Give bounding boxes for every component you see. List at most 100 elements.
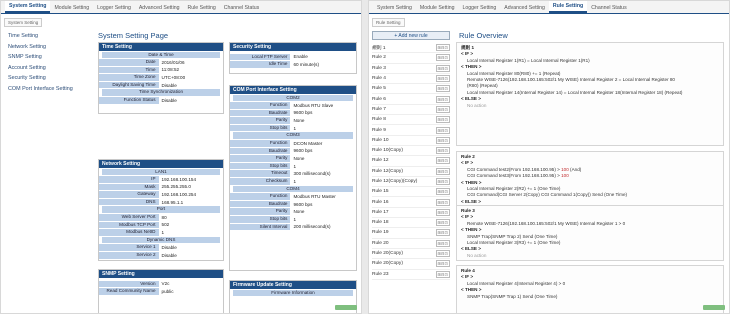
rule-name: Rule 10(Copy) bbox=[372, 148, 403, 154]
setting-label: Read Community Name bbox=[99, 288, 159, 295]
setting-row: Parity None bbox=[230, 155, 356, 163]
setting-value: 1 bbox=[293, 178, 297, 184]
rule-list-item[interactable]: Rule 8 ⊞⊟⊡ bbox=[372, 115, 450, 126]
section-header: Security Setting bbox=[230, 43, 356, 51]
rule-list-item[interactable]: Rule 2 ⊞⊟⊡ bbox=[372, 53, 450, 64]
rule-list-item[interactable]: Rule 4 ⊞⊟⊡ bbox=[372, 74, 450, 85]
tab-channel-status[interactable]: Channel Status bbox=[220, 3, 263, 13]
rule-action-icons[interactable]: ⊞⊟⊡ bbox=[435, 147, 450, 155]
setting-row: IP 192.168.100.154 bbox=[99, 176, 223, 184]
rule-line: No action bbox=[467, 102, 487, 108]
rule-action-icons[interactable]: ⊞⊟⊡ bbox=[435, 85, 450, 93]
rule-list-item[interactable]: 規則 1 ⊞⊟⊡ bbox=[372, 43, 450, 54]
rule-list-item[interactable]: Rule 23 ⊞⊟⊡ bbox=[372, 270, 450, 280]
setting-row: Parity None bbox=[230, 208, 356, 216]
rule-action-icons[interactable]: ⊞⊟⊡ bbox=[435, 208, 450, 216]
rule-list-item[interactable]: Rule 15 ⊞⊟⊡ bbox=[372, 187, 450, 198]
setting-row: Baudrate 9600 bps bbox=[230, 109, 356, 117]
rule-action-icons[interactable]: ⊞⊟⊡ bbox=[435, 157, 450, 165]
sidebar-item-network-setting[interactable]: Network Setting bbox=[4, 42, 89, 53]
rule-list-item[interactable]: Rule 10 ⊞⊟⊡ bbox=[372, 136, 450, 146]
section-header: SNMP Setting bbox=[99, 270, 223, 278]
setting-row: Mask 255.255.255.0 bbox=[99, 183, 223, 191]
setting-label: Idle Time bbox=[230, 61, 291, 68]
rule-list-item[interactable]: Rule 12(Copy) ⊞⊟⊡ bbox=[372, 167, 450, 177]
rule-block: Rule 2 < IF > CGI Command test2(From 192.1… bbox=[456, 151, 724, 211]
rule-list-item[interactable]: Rule 7 ⊞⊟⊡ bbox=[372, 105, 450, 116]
rule-action-icons[interactable]: ⊞⊟⊡ bbox=[435, 198, 450, 206]
rule-list-item[interactable]: Rule 20(Copy) ⊞⊟⊡ bbox=[372, 259, 450, 270]
tab-module-setting[interactable]: Module Setting bbox=[416, 3, 459, 13]
setting-label: Mask bbox=[99, 183, 159, 191]
rule-list-item[interactable]: Rule 16 ⊞⊟⊡ bbox=[372, 197, 450, 208]
rule-list-item[interactable]: Rule 19 ⊞⊟⊡ bbox=[372, 228, 450, 239]
tab-rule-setting[interactable]: Rule Setting bbox=[548, 1, 588, 13]
rule-action-icons[interactable]: ⊞⊟⊡ bbox=[435, 219, 450, 227]
tab-channel-status[interactable]: Channel Status bbox=[587, 3, 630, 13]
tab-logger-setting[interactable]: Logger Setting bbox=[93, 3, 135, 13]
rule-action-icons[interactable]: ⊞⊟⊡ bbox=[435, 136, 450, 144]
sidebar-item-snmp-setting[interactable]: SNMP Setting bbox=[4, 52, 89, 63]
rule-list-item[interactable]: Rule 9 ⊞⊟⊡ bbox=[372, 125, 450, 136]
rule-name: Rule 4 bbox=[372, 76, 386, 82]
sidebar-item-security-setting[interactable]: Security Setting bbox=[4, 73, 89, 84]
rule-list-item[interactable]: Rule 18 ⊞⊟⊡ bbox=[372, 218, 450, 229]
tab-advanced-setting[interactable]: Advanced Setting bbox=[135, 3, 184, 13]
rule-name: Rule 15 bbox=[372, 189, 389, 195]
sidebar-item-com-port-interface-setting[interactable]: COM Port Interface Setting bbox=[4, 84, 89, 95]
setting-label: Date bbox=[99, 59, 159, 66]
setting-value: V2c bbox=[161, 281, 170, 287]
rule-action-icons[interactable]: ⊞⊟⊡ bbox=[435, 260, 450, 268]
sidebar-item-time-setting[interactable]: Time Setting bbox=[4, 31, 89, 42]
tab-bar: System Setting Module Setting Logger Setti… bbox=[369, 1, 729, 14]
rule-action-icons[interactable]: ⊞⊟⊡ bbox=[435, 54, 450, 62]
setting-value: None bbox=[293, 118, 305, 124]
rule-list-item[interactable]: Rule 5 ⊞⊟⊡ bbox=[372, 84, 450, 95]
tab-logger-setting[interactable]: Logger Setting bbox=[459, 3, 501, 13]
rule-action-icons[interactable]: ⊞⊟⊡ bbox=[435, 126, 450, 134]
setting-label: Baudrate bbox=[230, 109, 291, 117]
rule-list-item[interactable]: Rule 3 ⊞⊟⊡ bbox=[372, 64, 450, 74]
rule-action-icons[interactable]: ⊞⊟⊡ bbox=[435, 44, 450, 52]
rule-list-item[interactable]: Rule 10(Copy) ⊞⊟⊡ bbox=[372, 146, 450, 157]
rule-action-icons[interactable]: ⊞⊟⊡ bbox=[435, 178, 450, 185]
rule-action-icons[interactable]: ⊞⊟⊡ bbox=[435, 105, 450, 113]
rule-name: Rule 16 bbox=[372, 199, 389, 205]
threshold-value: 100 bbox=[561, 173, 569, 179]
rule-line: No action bbox=[467, 252, 487, 258]
setting-label: Baudrate bbox=[230, 147, 291, 155]
tab-system-setting[interactable]: System Setting bbox=[5, 1, 51, 13]
rule-action-icons[interactable]: ⊞⊟⊡ bbox=[435, 75, 450, 83]
rule-action-icons[interactable]: ⊞⊟⊡ bbox=[435, 270, 450, 278]
rule-name: Rule 18 bbox=[372, 220, 389, 226]
rule-action-icons[interactable]: ⊞⊟⊡ bbox=[435, 188, 450, 196]
rule-list-item[interactable]: Rule 17 ⊞⊟⊡ bbox=[372, 208, 450, 219]
rule-list-item[interactable]: Rule 20(Copy) ⊞⊟⊡ bbox=[372, 249, 450, 260]
setting-label: Stop bits bbox=[230, 216, 291, 223]
sidebar-item-account-setting[interactable]: Account Setting bbox=[4, 63, 89, 74]
tab-module-setting[interactable]: Module Setting bbox=[50, 3, 93, 13]
rule-action-icons[interactable]: ⊞⊟⊡ bbox=[435, 167, 450, 175]
security-setting-section: Security Setting Local FTP Server Enable I… bbox=[229, 42, 357, 74]
rule-action-icons[interactable]: ⊞⊟⊡ bbox=[435, 64, 450, 72]
setting-label: Function bbox=[230, 193, 291, 200]
rule-list-item[interactable]: Rule 6 ⊞⊟⊡ bbox=[372, 94, 450, 105]
rule-action-icons[interactable]: ⊞⊟⊡ bbox=[435, 229, 450, 237]
rule-action-icons[interactable]: ⊞⊟⊡ bbox=[435, 239, 450, 247]
rule-action-icons[interactable]: ⊞⊟⊡ bbox=[435, 116, 450, 124]
setting-label: Service 2 bbox=[99, 252, 159, 259]
add-rule-button[interactable]: + Add new rule bbox=[372, 31, 450, 40]
rule-list-item[interactable]: Rule 12 ⊞⊟⊡ bbox=[372, 156, 450, 167]
setting-row: Web Server Port 80 bbox=[99, 214, 223, 222]
rule-action-icons[interactable]: ⊞⊟⊡ bbox=[435, 250, 450, 258]
setting-label: Modbus NetID bbox=[99, 229, 159, 236]
rule-list-item[interactable]: Rule 20 ⊞⊟⊡ bbox=[372, 239, 450, 249]
setting-row: Stop bits 1 bbox=[230, 216, 356, 224]
lan-header: LAN1 bbox=[102, 168, 220, 176]
tab-rule-setting[interactable]: Rule Setting bbox=[184, 3, 220, 13]
setting-label: IP bbox=[99, 176, 159, 183]
tab-system-setting[interactable]: System Setting bbox=[373, 3, 416, 13]
rule-action-icons[interactable]: ⊞⊟⊡ bbox=[435, 95, 450, 103]
tab-advanced-setting[interactable]: Advanced Setting bbox=[500, 3, 549, 13]
rule-list-item[interactable]: Rule 12(Copy)(Copy) ⊞⊟⊡ bbox=[372, 177, 450, 188]
